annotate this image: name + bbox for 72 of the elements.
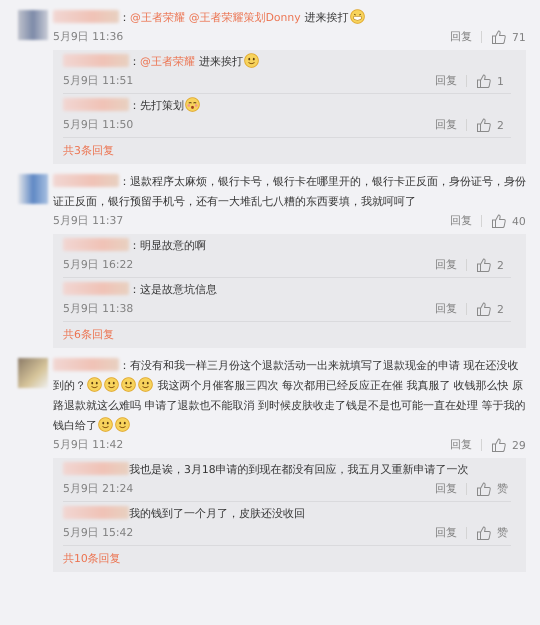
reply-time: 5月9日 16:22 xyxy=(63,258,134,272)
like-count: 赞 xyxy=(497,482,509,496)
smiley-emoji-icon xyxy=(87,377,102,392)
reply-button[interactable]: 回复 xyxy=(450,214,472,228)
reply-time: 5月9日 15:42 xyxy=(63,526,134,540)
thumbs-up-icon[interactable] xyxy=(476,73,492,89)
thumbs-up-icon[interactable] xyxy=(491,29,507,45)
like-count: 2 xyxy=(497,118,505,132)
blurred-username xyxy=(63,98,129,111)
blurred-avatar xyxy=(18,10,48,40)
reply-time: 5月9日 21:24 xyxy=(63,482,134,496)
reply-button[interactable]: 回复 xyxy=(435,526,457,540)
reply-text: 我的钱到了一个月了，皮肤还没收回 xyxy=(63,504,511,524)
reply-time: 5月9日 11:50 xyxy=(63,118,134,132)
comment-text: ：退款程序太麻烦，银行卡号，银行卡在哪里开的，银行卡正反面，身份证号，身份证正反面，银行预留手机号，还有一大堆乱七八糟的东西要填，我就呵呵了 xyxy=(53,173,526,210)
smiley-emoji-icon xyxy=(121,377,136,392)
reply-text: ：@王者荣耀 进来挨打 xyxy=(63,52,511,72)
reply-button[interactable]: 回复 xyxy=(450,438,472,452)
blurred-username xyxy=(63,282,129,295)
more-replies-link[interactable]: 共3条回复 xyxy=(63,138,511,164)
smiley-emoji-icon xyxy=(244,53,259,68)
smiley-emoji-icon xyxy=(115,417,130,432)
smiley-emoji-icon xyxy=(185,97,200,112)
like-count: 29 xyxy=(512,438,526,452)
like-count: 赞 xyxy=(497,526,509,540)
blurred-avatar xyxy=(18,358,48,388)
blurred-username xyxy=(53,10,119,23)
reply-button[interactable]: 回复 xyxy=(450,30,472,44)
comment-text: ：@王者荣耀 @王者荣耀策划Donny 进来挨打 xyxy=(53,8,526,28)
blurred-username xyxy=(63,462,129,475)
mention-link[interactable]: @王者荣耀 xyxy=(140,55,195,68)
blurred-username xyxy=(63,54,129,67)
thumbs-up-icon[interactable] xyxy=(491,213,507,229)
reply-button[interactable]: 回复 xyxy=(435,302,457,316)
comment-time: 5月9日 11:37 xyxy=(53,214,124,228)
blurred-username xyxy=(53,358,119,371)
like-count: 1 xyxy=(497,74,505,88)
blurred-username xyxy=(63,506,129,519)
thumbs-up-icon[interactable] xyxy=(476,257,492,273)
blurred-avatar xyxy=(18,174,48,204)
reply-time: 5月9日 11:51 xyxy=(63,74,134,88)
smiley-emoji-icon xyxy=(98,417,113,432)
reply-text: ：明显故意的啊 xyxy=(63,236,511,256)
reply-time: 5月9日 11:38 xyxy=(63,302,134,316)
mention-link[interactable]: @王者荣耀 xyxy=(130,11,185,24)
blurred-username xyxy=(63,238,129,251)
thumbs-up-icon[interactable] xyxy=(476,117,492,133)
reply-button[interactable]: 回复 xyxy=(435,74,457,88)
comment-time: 5月9日 11:42 xyxy=(53,438,124,452)
blurred-username xyxy=(53,174,119,187)
reply-button[interactable]: 回复 xyxy=(435,482,457,496)
mention-link[interactable]: @王者荣耀策划Donny xyxy=(188,11,301,24)
smiley-emoji-icon xyxy=(104,377,119,392)
more-replies-link[interactable]: 共6条回复 xyxy=(63,322,511,348)
reply-text: ：先打策划 xyxy=(63,96,511,116)
reply-button[interactable]: 回复 xyxy=(435,258,457,272)
like-count: 2 xyxy=(497,258,505,272)
thumbs-up-icon[interactable] xyxy=(476,481,492,497)
reply-button[interactable]: 回复 xyxy=(435,118,457,132)
reply-text: ：这是故意坑信息 xyxy=(63,280,511,300)
smiley-emoji-icon xyxy=(138,377,153,392)
reply-text: 我也是诶，3月18申请的到现在都没有回应，我五月又重新申请了一次 xyxy=(63,460,511,480)
thumbs-up-icon[interactable] xyxy=(476,525,492,541)
smiley-emoji-icon xyxy=(350,9,365,24)
comment-text: ：有没有和我一样三月份这个退款活动一出来就填写了退款现金的申请 现在还没收到的？ 我这两个月催客服三四次 每次都用已经反应正在催 我真服了 收钱那么快 原路退款就这么难吗 申请了退款也不能取消 到时候皮肤收走了钱是不是也可能一直在处理 等于我的钱白给了 xyxy=(53,357,526,434)
more-replies-link[interactable]: 共10条回复 xyxy=(63,546,511,572)
like-count: 2 xyxy=(497,302,505,316)
like-count: 71 xyxy=(512,30,526,44)
thumbs-up-icon[interactable] xyxy=(476,301,492,317)
like-count: 40 xyxy=(512,214,526,228)
thumbs-up-icon[interactable] xyxy=(491,437,507,453)
comment-time: 5月9日 11:36 xyxy=(53,30,124,44)
